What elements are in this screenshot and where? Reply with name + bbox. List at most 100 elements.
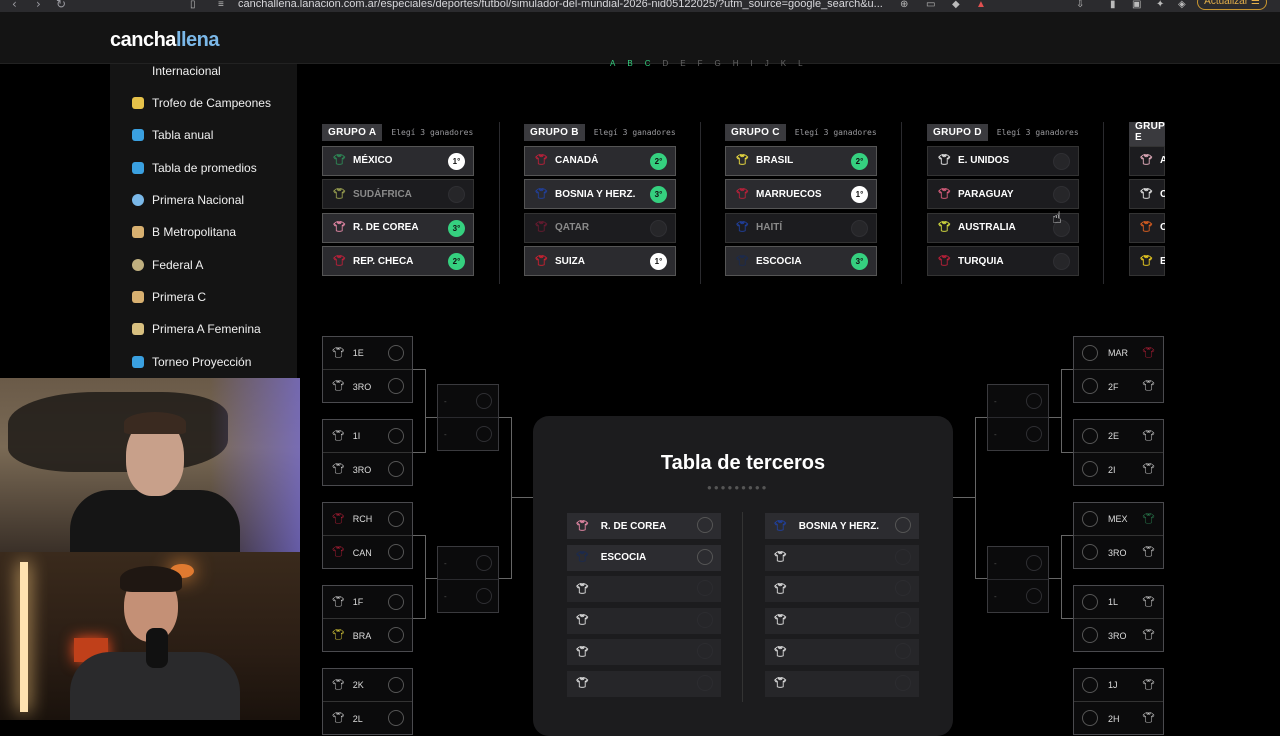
bracket-slot[interactable]: - xyxy=(438,418,498,451)
team-row[interactable]: 👕︎ BOSNIA Y HERZ. 3° xyxy=(524,179,676,209)
bracket-slot[interactable]: - xyxy=(988,580,1048,613)
team-row[interactable]: 👕︎ C xyxy=(1129,179,1165,209)
position-toggle[interactable] xyxy=(1053,186,1070,203)
pick-circle[interactable] xyxy=(697,548,713,565)
sidebar-item-tabla-anual[interactable]: Tabla anual xyxy=(132,125,213,145)
position-toggle[interactable] xyxy=(1053,152,1070,170)
pick-circle[interactable] xyxy=(697,580,713,596)
position-toggle[interactable]: 3° xyxy=(650,186,667,203)
team-row[interactable]: 👕︎ HAITÍ xyxy=(725,212,877,243)
sidebar-item-internacional[interactable]: Internacional xyxy=(132,61,221,81)
group-letter-link[interactable]: F xyxy=(698,59,715,68)
pick-circle[interactable] xyxy=(388,345,404,361)
bracket-slot[interactable]: 👕︎ 2K xyxy=(323,669,412,702)
tercero-slot[interactable]: 👕︎ xyxy=(567,670,721,697)
pick-circle[interactable] xyxy=(697,643,713,659)
tercero-slot[interactable]: 👕︎ xyxy=(765,576,919,602)
team-row[interactable]: 👕︎ E xyxy=(1129,246,1165,276)
sidebar-item-federal-a[interactable]: Federal A xyxy=(132,255,203,275)
bracket-slot[interactable]: - xyxy=(988,547,1048,580)
pick-circle[interactable] xyxy=(1082,461,1098,477)
bracket-slot[interactable]: 👕︎ 1I xyxy=(323,420,412,453)
tercero-slot[interactable]: 👕︎ xyxy=(765,639,919,665)
team-row[interactable]: 👕︎ BRASIL 2° xyxy=(725,145,877,176)
pick-circle[interactable] xyxy=(895,611,911,628)
position-toggle[interactable]: 2° xyxy=(851,152,868,170)
sidebar-item-primera-nacional[interactable]: Primera Nacional xyxy=(132,190,244,210)
team-row[interactable]: 👕︎ ESCOCIA 3° xyxy=(725,246,877,276)
bracket-slot[interactable]: - xyxy=(988,418,1048,451)
pick-circle[interactable] xyxy=(1082,345,1098,361)
team-row[interactable]: 👕︎ SUDÁFRICA xyxy=(322,179,474,209)
group-letter-link[interactable]: G xyxy=(714,59,732,68)
group-letter-link[interactable]: A xyxy=(610,59,627,68)
sidebar-item-femenina[interactable]: Primera A Femenina xyxy=(132,319,261,339)
pick-circle[interactable] xyxy=(388,511,404,527)
pick-circle[interactable] xyxy=(1082,428,1098,444)
download-icon[interactable]: ⇩ xyxy=(1076,0,1084,10)
sidebar-item-trofeo[interactable]: Trofeo de Campeones xyxy=(132,93,271,113)
bracket-slot[interactable]: - xyxy=(988,385,1048,418)
sidebar-item-b-metro[interactable]: B Metropolitana xyxy=(132,222,236,242)
pick-circle[interactable] xyxy=(697,517,713,533)
pick-circle[interactable] xyxy=(895,643,911,659)
forward-icon[interactable]: › xyxy=(36,0,41,11)
update-button[interactable]: Actualizar ☰ xyxy=(1197,0,1267,10)
position-toggle[interactable]: 1° xyxy=(650,253,667,270)
group-letter-link[interactable]: I xyxy=(751,59,765,68)
bracket-slot[interactable]: 👕︎ 1J xyxy=(1074,669,1163,702)
pick-circle[interactable] xyxy=(895,674,911,691)
position-toggle[interactable]: 2° xyxy=(650,152,667,170)
position-toggle[interactable] xyxy=(650,219,667,237)
bracket-slot[interactable]: 👕︎ BRA xyxy=(323,619,412,652)
bracket-slot[interactable]: 👕︎ 2I xyxy=(1074,453,1163,486)
pick-circle[interactable] xyxy=(388,544,404,560)
rewards-icon[interactable]: ▲ xyxy=(976,0,986,10)
screen-icon[interactable]: ▭ xyxy=(926,0,935,10)
tercero-slot[interactable]: 👕︎ xyxy=(765,607,919,634)
pick-circle[interactable] xyxy=(388,428,404,444)
pick-circle[interactable] xyxy=(1082,710,1098,726)
address-bar[interactable]: canchallena.lanacion.com.ar/especiales/d… xyxy=(238,0,888,10)
brave-shield-icon[interactable]: ◆ xyxy=(952,0,960,10)
team-row[interactable]: 👕︎ R. DE COREA 3° xyxy=(322,212,474,243)
tercero-slot[interactable]: 👕︎ BOSNIA Y HERZ. xyxy=(765,513,919,539)
group-letter-link[interactable]: D xyxy=(662,59,680,68)
group-letter-link[interactable]: B xyxy=(627,59,644,68)
team-row[interactable]: 👕︎ QATAR xyxy=(524,212,676,243)
group-letter-link[interactable]: K xyxy=(781,59,798,68)
pick-circle[interactable] xyxy=(697,674,713,691)
tercero-slot[interactable]: 👕︎ xyxy=(765,544,919,571)
bookmark-icon[interactable]: ▯ xyxy=(190,0,196,10)
bracket-slot[interactable]: 👕︎ 2L xyxy=(323,702,412,735)
sidebar-item-proyeccion[interactable]: Torneo Proyección xyxy=(132,352,251,372)
bracket-slot[interactable]: 👕︎ MEX xyxy=(1074,503,1163,536)
team-row[interactable]: 👕︎ REP. CHECA 2° xyxy=(322,246,474,276)
bracket-slot[interactable]: - xyxy=(438,547,498,580)
vpn-icon[interactable]: ◈ xyxy=(1178,0,1186,10)
team-row[interactable]: 👕︎ TURQUIA xyxy=(927,246,1079,276)
team-row[interactable]: 👕︎ E. UNIDOS xyxy=(927,145,1079,176)
tercero-slot[interactable]: 👕︎ ESCOCIA xyxy=(567,544,721,571)
group-letter-link[interactable]: C xyxy=(645,59,663,68)
zoom-icon[interactable]: ⊕ xyxy=(900,0,908,10)
tercero-slot[interactable]: 👕︎ xyxy=(765,670,919,697)
reload-icon[interactable]: ↻ xyxy=(56,0,66,11)
bracket-slot[interactable]: 👕︎ RCH xyxy=(323,503,412,536)
bracket-slot[interactable]: 👕︎ 3RO xyxy=(323,370,412,403)
team-row[interactable]: 👕︎ MARRUECOS 1° xyxy=(725,179,877,209)
pick-circle[interactable] xyxy=(895,580,911,596)
bracket-slot[interactable]: 👕︎ 2F xyxy=(1074,370,1163,403)
position-toggle[interactable] xyxy=(1053,253,1070,270)
bracket-slot[interactable]: 👕︎ 1E xyxy=(323,337,412,370)
site-logo[interactable]: canchallena xyxy=(110,29,220,52)
position-toggle[interactable]: 1° xyxy=(448,152,465,170)
position-toggle[interactable]: 2° xyxy=(448,253,465,270)
pick-circle[interactable] xyxy=(388,594,404,610)
pick-circle[interactable] xyxy=(1026,588,1042,604)
group-letter-link[interactable]: H xyxy=(733,59,751,68)
pick-circle[interactable] xyxy=(388,461,404,477)
pick-circle[interactable] xyxy=(388,378,404,394)
back-icon[interactable]: ‹ xyxy=(12,0,17,11)
pick-circle[interactable] xyxy=(1082,378,1098,394)
